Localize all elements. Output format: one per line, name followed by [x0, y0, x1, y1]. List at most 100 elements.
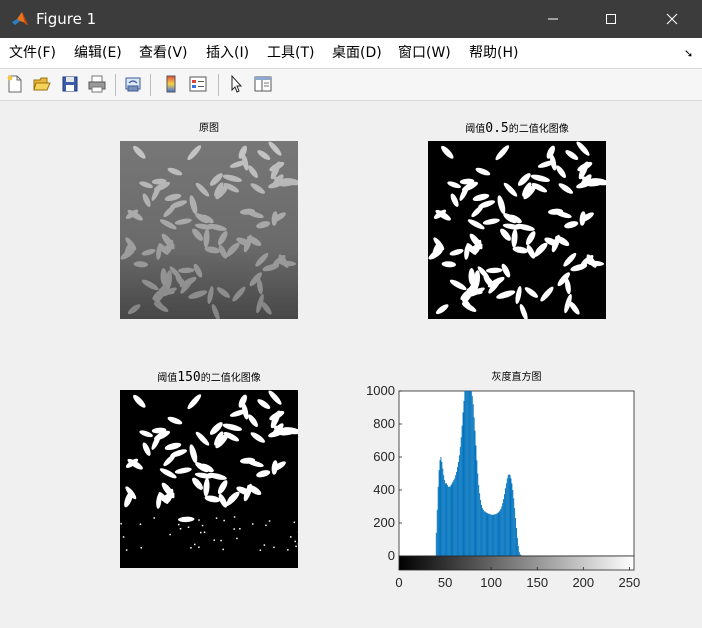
original-image-axes[interactable]: [120, 141, 298, 319]
maximize-icon: [606, 14, 616, 24]
histogram-axes[interactable]: 0 200 400 600 800 1000 0 50 100 150 200 250: [355, 381, 655, 601]
save-button[interactable]: [58, 72, 82, 96]
histogram-bar: [488, 513, 490, 556]
new-figure-button[interactable]: [3, 72, 27, 96]
histogram-bar: [478, 485, 480, 556]
grayscale-colorbar: [398, 555, 635, 571]
x-tick-label: 0: [395, 575, 402, 590]
minimize-icon: [548, 18, 558, 20]
histogram-bar: [450, 485, 452, 556]
binary-image-0-5-axes[interactable]: [428, 141, 606, 319]
link-plot-button[interactable]: [121, 72, 145, 96]
histogram-bar: [493, 514, 494, 556]
histogram-bar: [467, 391, 469, 556]
histogram-bar: [445, 483, 446, 556]
property-inspector-button[interactable]: [251, 72, 275, 96]
histogram-bar: [452, 481, 454, 556]
matlab-logo-icon: [12, 12, 28, 25]
histogram-bar: [489, 513, 491, 556]
x-tick-label: 50: [438, 575, 452, 590]
title-bar[interactable]: Figure 1: [0, 0, 702, 38]
binary-image-150-axes[interactable]: [120, 390, 298, 568]
toolbar-expand-arrow-icon[interactable]: ➘: [684, 47, 693, 60]
print-button[interactable]: [85, 72, 109, 96]
y-tick-label: 600: [373, 449, 395, 464]
y-tick-label: 400: [373, 482, 395, 497]
histogram-bar: [502, 503, 504, 556]
histogram-bar: [506, 478, 508, 556]
histogram-bar: [504, 488, 506, 556]
menu-edit[interactable]: 编辑(E): [74, 45, 122, 61]
histogram-bar: [442, 468, 444, 556]
histogram-bar: [469, 391, 471, 556]
histogram-bar: [492, 514, 493, 556]
x-tick-label: 200: [572, 575, 594, 590]
y-tick-label: 800: [373, 416, 395, 431]
insert-legend-icon: [189, 76, 207, 92]
thresh05-title-suffix: 的二值化图像: [508, 124, 569, 135]
menu-view[interactable]: 查看(V): [139, 45, 188, 61]
histogram-bar: [449, 486, 451, 556]
histogram-bar: [515, 518, 517, 556]
histogram-bar: [436, 509, 438, 556]
histogram-bar: [462, 412, 464, 556]
histogram-bar: [474, 430, 476, 556]
print-icon: [88, 75, 106, 93]
link-plot-icon: [125, 77, 141, 92]
original-axes-title: 原图: [199, 123, 219, 134]
edit-plot-button[interactable]: [224, 72, 248, 96]
toolbar-separator: [218, 74, 219, 96]
close-icon: [666, 13, 678, 25]
histogram-bar: [457, 466, 458, 556]
histogram-bar: [475, 445, 477, 556]
menu-window[interactable]: 窗口(W): [398, 45, 451, 61]
histogram-bar: [458, 455, 460, 556]
histogram-bar: [465, 391, 467, 556]
menu-insert[interactable]: 插入(I): [206, 45, 249, 61]
histogram-bar: [459, 447, 461, 556]
insert-legend-button[interactable]: [186, 72, 210, 96]
histogram-bar: [435, 532, 437, 556]
y-tick-label: 1000: [366, 383, 395, 398]
menu-desktop[interactable]: 桌面(D): [332, 45, 382, 61]
histogram-bar: [516, 537, 518, 556]
close-button[interactable]: [642, 0, 702, 38]
histogram-bar: [509, 475, 511, 556]
open-file-button[interactable]: [30, 72, 54, 96]
histogram-bar: [507, 475, 509, 556]
histogram-bar: [464, 391, 466, 556]
menu-help[interactable]: 帮助(H): [469, 45, 518, 61]
x-tick-label: 250: [619, 575, 641, 590]
histogram-bar: [486, 513, 488, 556]
thresh05-title-value: 0.5: [485, 121, 509, 136]
insert-colorbar-button[interactable]: [159, 72, 183, 96]
thresh05-title-prefix: 阈值: [465, 124, 486, 135]
maximize-button[interactable]: [584, 0, 638, 38]
menu-file[interactable]: 文件(F): [9, 45, 56, 61]
thresh150-axes-title: 阈值150的二值化图像: [120, 371, 298, 385]
histogram-bar: [476, 460, 478, 556]
histogram-bar: [471, 395, 473, 556]
histogram-bar: [457, 461, 459, 556]
histogram-bar: [460, 437, 462, 556]
histogram-bar: [498, 511, 500, 556]
window-title: Figure 1: [36, 10, 97, 28]
histogram-bar: [447, 486, 449, 556]
histogram-bar: [468, 391, 470, 556]
figure-window: Figure 1 文件(F) 编辑(E) 查看(V) 插入(I) 工具(T) 桌…: [0, 0, 702, 628]
property-inspector-icon: [254, 76, 272, 92]
histogram-bar: [503, 499, 505, 556]
histogram-bar: [511, 483, 513, 556]
menu-bar: 文件(F) 编辑(E) 查看(V) 插入(I) 工具(T) 桌面(D) 窗口(W…: [0, 38, 702, 69]
histogram-bar: [499, 510, 501, 557]
menu-tools[interactable]: 工具(T): [267, 45, 314, 61]
histogram-bar: [446, 485, 448, 556]
edit-plot-pointer-icon: [231, 74, 243, 93]
histogram-bar: [512, 490, 514, 556]
histogram-bar: [481, 508, 483, 556]
histogram-bar: [472, 404, 474, 556]
histogram-bar: [487, 513, 489, 556]
minimize-button[interactable]: [526, 0, 580, 38]
histogram-bar: [481, 504, 482, 556]
histogram-bar: [497, 512, 499, 556]
